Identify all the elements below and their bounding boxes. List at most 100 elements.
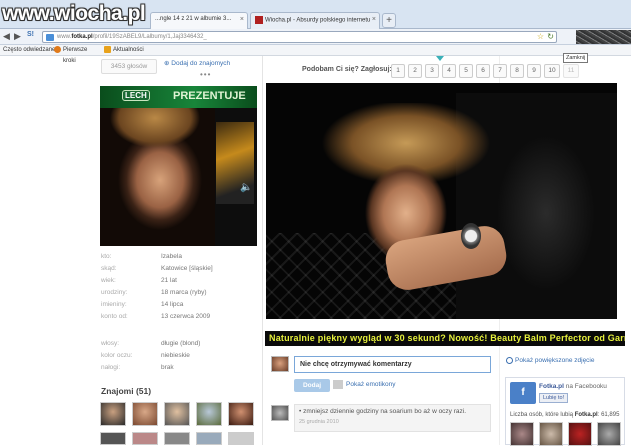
close-tab-icon[interactable]: × [240, 16, 244, 23]
friends-heading: Znajomi (51) [101, 386, 152, 396]
rate-button-4[interactable]: 4 [442, 64, 456, 78]
main-photo[interactable] [266, 83, 617, 319]
rate-button-10[interactable]: 10 [544, 64, 560, 78]
info-key: konto od: [101, 313, 128, 320]
bookmark-label: Pierwsze kroki [63, 47, 88, 64]
forward-icon[interactable]: ▶ [14, 31, 21, 42]
photo-watch [461, 223, 481, 249]
info-value: 14 lipca [161, 301, 184, 308]
new-tab-button[interactable]: + [382, 13, 396, 28]
close-tab-icon[interactable]: × [372, 16, 376, 23]
friend-thumbnail[interactable] [132, 432, 158, 445]
comment-input[interactable]: Nie chcę otrzymywać komentarzy [294, 356, 491, 373]
info-key: imieniny: [101, 301, 127, 308]
tab-fotka[interactable]: ...ngle 14 z 21 w albumie 3... × [150, 12, 248, 29]
votes-count: 3453 głosów [101, 59, 157, 74]
emoticon-icon [333, 380, 343, 389]
fan-thumbnail[interactable] [597, 422, 621, 446]
count-value: : 61,895 [597, 412, 620, 418]
friend-thumbnail[interactable] [228, 402, 254, 426]
fotka-logo-icon[interactable]: f [510, 382, 536, 404]
friend-thumbnail[interactable] [228, 432, 254, 445]
more-dots-icon[interactable]: ••• [200, 70, 211, 79]
tab-label: Wiocha.pl - Absurdy polskiego internetu [265, 17, 371, 24]
home-icon[interactable]: S! [27, 31, 34, 38]
friend-thumbnail[interactable] [132, 402, 158, 426]
info-key: kolor oczu: [101, 352, 133, 359]
back-icon[interactable]: ◀ [3, 31, 10, 42]
rate-button-7[interactable]: 7 [493, 64, 507, 78]
bookmark-item[interactable]: Często odwiedzane [3, 45, 55, 56]
count-prefix: Liczba osób, które lubią [510, 412, 575, 418]
info-key: wiek: [101, 277, 116, 284]
rating-label: Podobam Ci się? Zagłosuj: [302, 66, 392, 73]
show-emoticons-link[interactable]: Pokaż emotikony [333, 380, 396, 389]
zoom-icon [506, 357, 513, 364]
bookmarks-bar: Często odwiedzane Pierwsze kroki Aktualn… [0, 45, 631, 64]
info-value: niebieskie [161, 352, 190, 359]
rate-button-8[interactable]: 8 [510, 64, 524, 78]
rate-button-6[interactable]: 6 [476, 64, 490, 78]
bookmark-item[interactable]: Aktualności [104, 45, 144, 56]
bookmark-label: Aktualności [113, 47, 144, 53]
enlarge-label: Pokaż powiększone zdjęcie [515, 357, 595, 365]
fb-suffix: na Facebooku [563, 383, 607, 390]
tab-label: ...ngle 14 z 21 w albumie 3... [155, 16, 232, 22]
ad-text: PREZENTUJE [173, 90, 246, 102]
avatar-hair [100, 108, 215, 168]
rate-button-11[interactable]: 11 [563, 64, 579, 78]
pointer-arrow-icon [436, 56, 444, 61]
info-value: Katowice [śląskie] [161, 265, 213, 272]
info-value: brak [161, 364, 174, 371]
rate-button-3[interactable]: 3 [425, 64, 439, 78]
friends-grid [100, 402, 260, 445]
friend-thumbnail[interactable] [196, 402, 222, 426]
column-divider [262, 56, 263, 445]
avatar[interactable] [271, 405, 289, 421]
watermark: www.wiocha.pl [2, 2, 146, 25]
rate-button-2[interactable]: 2 [408, 64, 422, 78]
facebook-title[interactable]: Fotka.pl na Facebooku [539, 383, 607, 390]
friend-thumbnail[interactable] [100, 402, 126, 426]
url-domain: fotka.pl [71, 34, 93, 40]
rss-icon [104, 45, 111, 53]
bookmark-item[interactable]: Pierwsze kroki [54, 45, 87, 64]
lech-advertisement[interactable]: LECH PREZENTUJE 🔈 [100, 86, 257, 246]
friend-thumbnail[interactable] [164, 432, 190, 445]
fan-thumbnail[interactable] [539, 422, 563, 446]
fb-page-name: Fotka.pl [539, 383, 564, 390]
comment-date: 25 grudnia 2010 [299, 419, 339, 425]
bookmark-star-icon[interactable]: ☆ [537, 32, 544, 42]
add-friend-link[interactable]: ⊕ Dodaj do znajomych [164, 59, 230, 67]
tab-wiocha[interactable]: Wiocha.pl - Absurdy polskiego internetu … [250, 12, 380, 29]
friend-thumbnail[interactable] [100, 432, 126, 445]
url-path: /profil/19SzABEL9/Lalbumy/1,Jaj3346432_ [92, 34, 207, 40]
count-brand: Fotka.pl [574, 412, 598, 418]
speaker-icon[interactable]: 🔈 [240, 182, 252, 193]
facebook-widget: f Fotka.pl na Facebooku Lubię to! Liczba… [505, 377, 625, 446]
info-value: długie (blond) [161, 340, 201, 347]
rate-button-5[interactable]: 5 [459, 64, 473, 78]
wiocha-favicon-icon [255, 16, 263, 24]
info-value: 13 czerwca 2009 [161, 313, 211, 320]
friend-thumbnail[interactable] [196, 432, 222, 445]
fan-thumbnail[interactable] [568, 422, 592, 446]
reload-icon[interactable]: ↻ [547, 32, 554, 42]
rate-button-9[interactable]: 9 [527, 64, 541, 78]
enlarge-photo-link[interactable]: Pokaż powiększone zdjęcie [506, 357, 595, 364]
site-identity-icon [46, 34, 54, 41]
rate-button-1[interactable]: 1 [391, 64, 405, 78]
add-comment-button[interactable]: Dodaj [294, 379, 330, 392]
fan-thumbnail[interactable] [510, 422, 534, 446]
info-value: Izabela [161, 253, 182, 260]
url-prefix: www. [57, 34, 72, 40]
friend-thumbnail[interactable] [164, 402, 190, 426]
emoticons-label: Pokaż emotikony [346, 381, 396, 389]
address-bar[interactable]: www.fotka.pl/profil/19SzABEL9/Lalbumy/1,… [42, 31, 557, 43]
close-button[interactable]: Zamknij [563, 53, 589, 63]
photo-face [306, 123, 476, 313]
like-button[interactable]: Lubię to! [539, 393, 569, 403]
fans-count: Liczba osób, które lubią Fotka.pl: 61,89… [510, 412, 619, 418]
garnier-ad-banner[interactable]: Naturalnie piękny wygląd w 30 sekund? No… [265, 331, 625, 346]
avatar [271, 356, 289, 372]
